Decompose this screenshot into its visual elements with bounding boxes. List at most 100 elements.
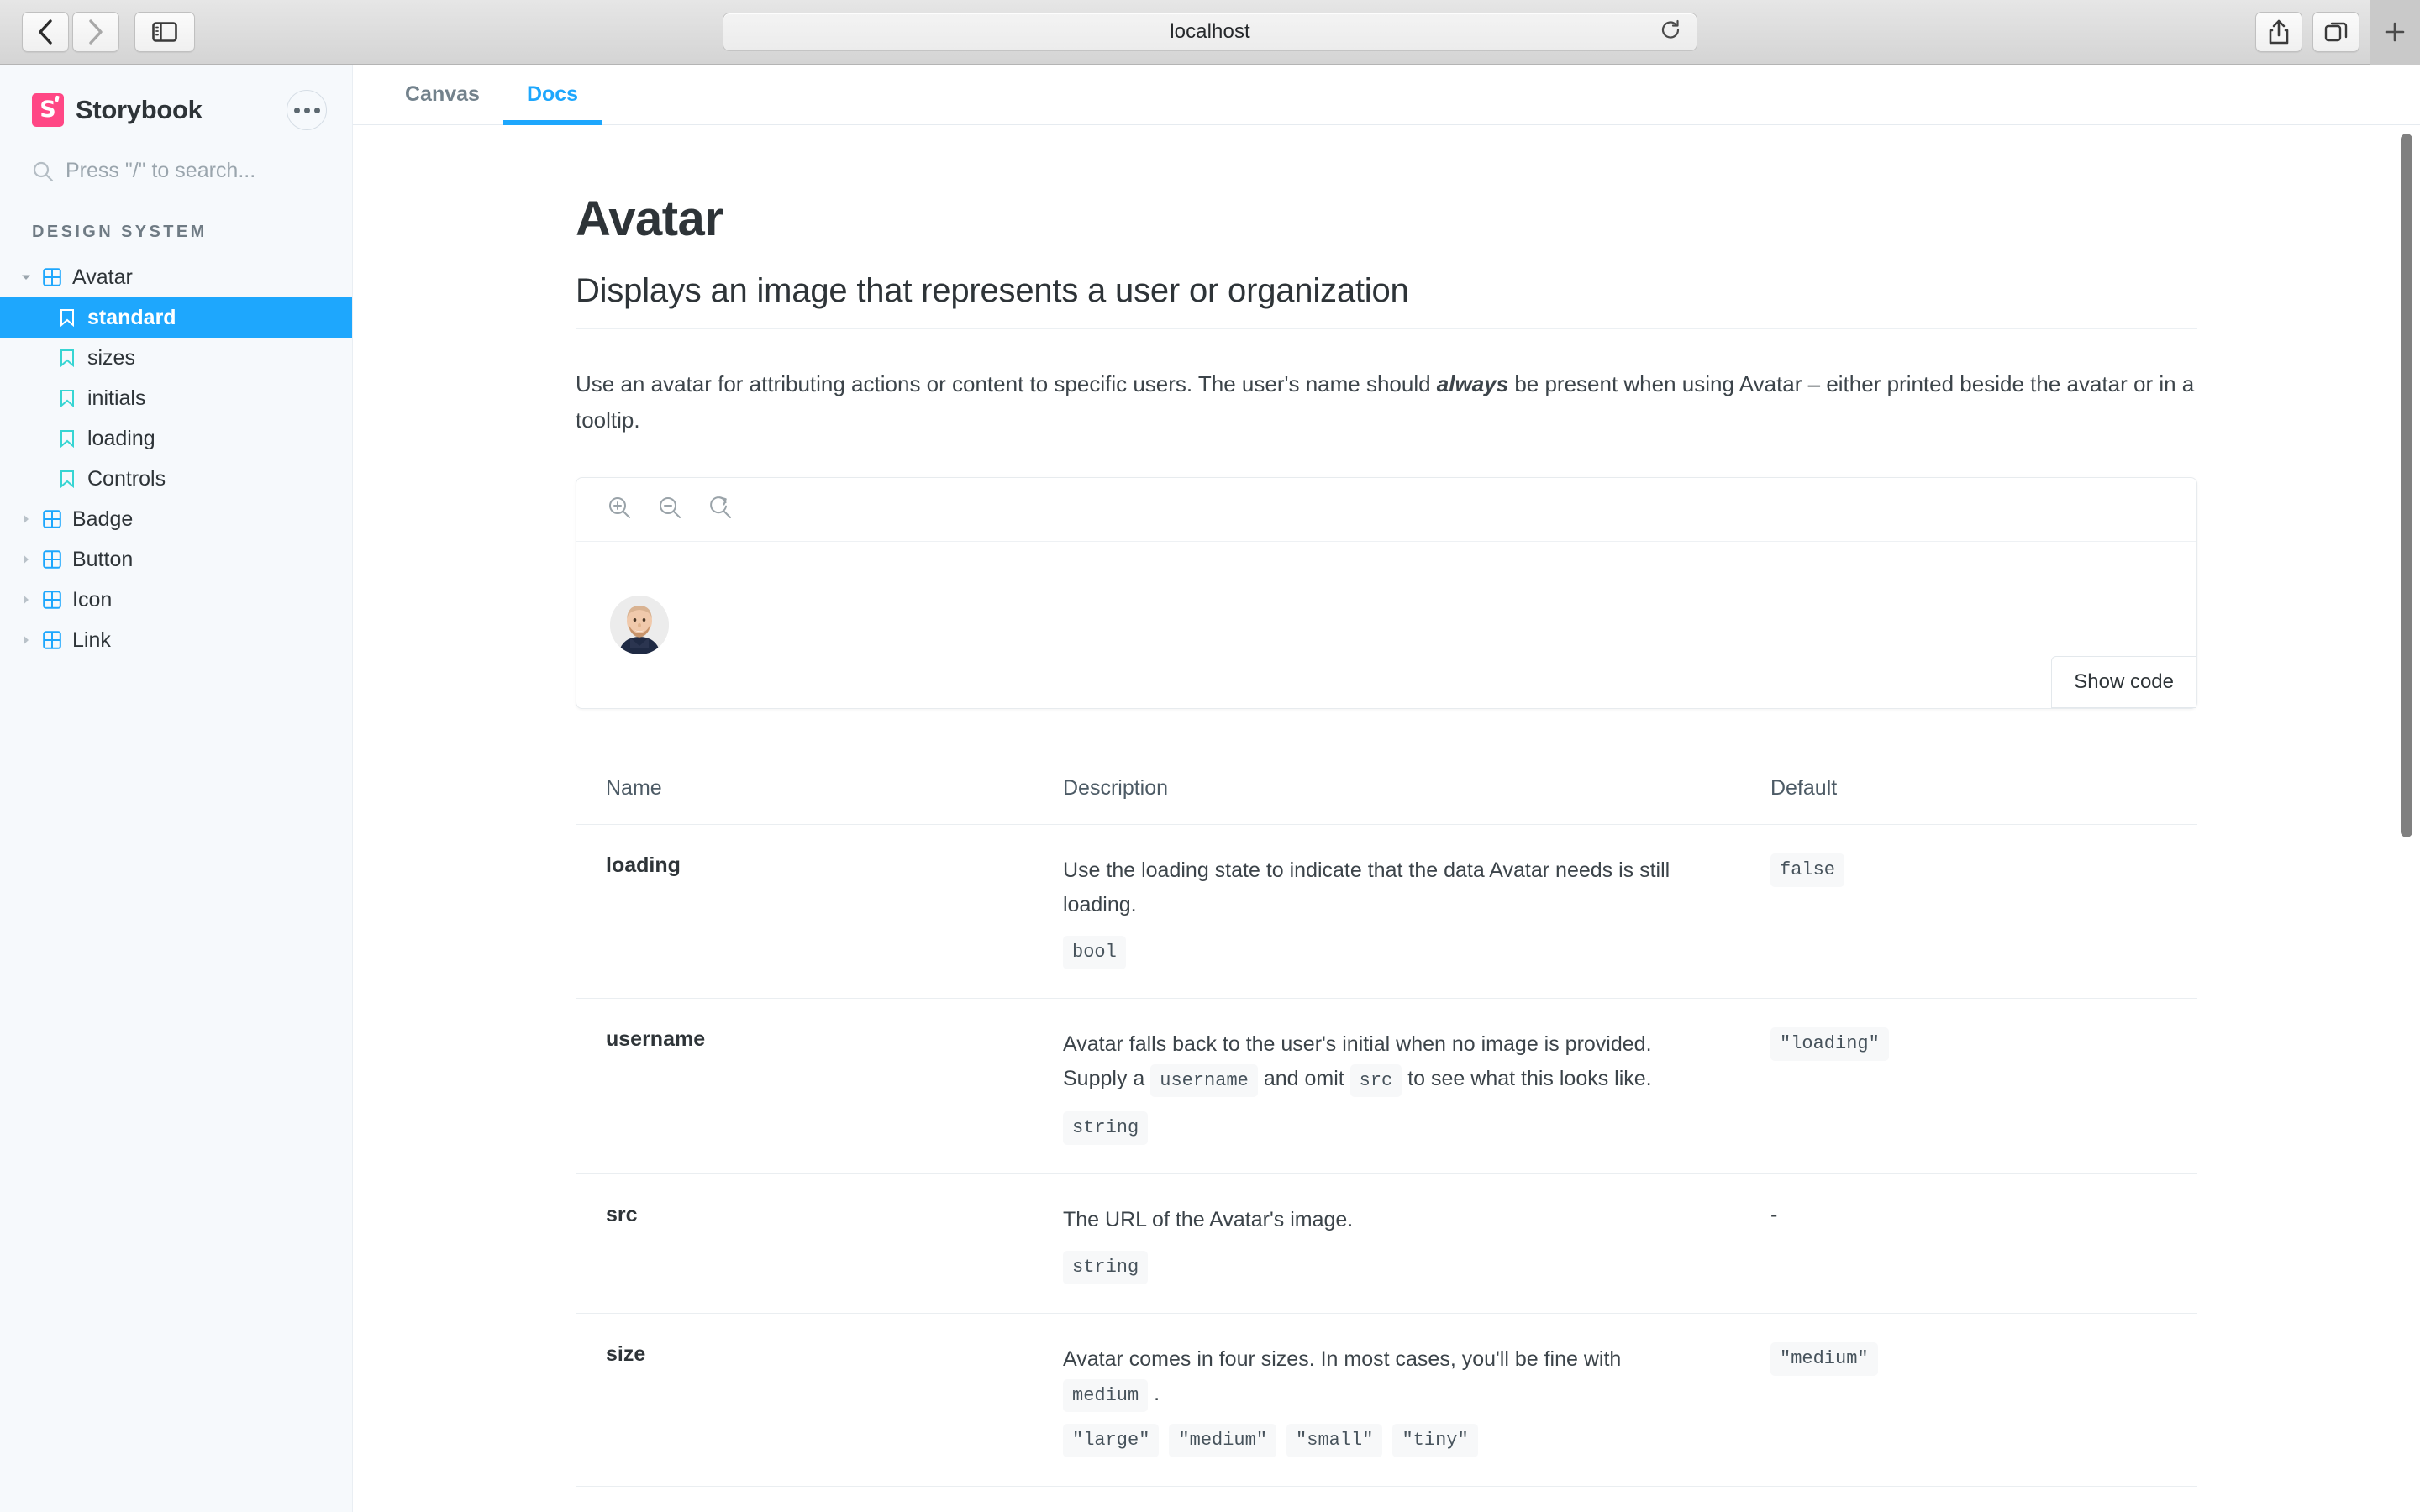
tree-item-label: initials	[87, 386, 146, 410]
description-emphasis: always	[1436, 371, 1509, 396]
prop-default: false	[1760, 825, 2197, 999]
props-table-body: loading Use the loading state to indicat…	[576, 824, 2197, 1487]
sidebar-header: S Storybook	[0, 65, 352, 130]
column-header-default: Default	[1770, 776, 1838, 801]
tree-item-standard[interactable]: standard	[0, 297, 352, 338]
story-bookmark-icon	[52, 349, 82, 367]
prop-name: size	[606, 1342, 646, 1367]
reload-icon	[1661, 19, 1680, 39]
inline-code-chip: src	[1349, 1063, 1402, 1098]
sidebar: S Storybook Press "/" to search... DESIG…	[0, 65, 353, 1512]
tab-canvas[interactable]: Canvas	[381, 65, 503, 124]
storybook-logo-letter: S	[39, 96, 56, 123]
chevron-left-icon	[39, 19, 52, 45]
description-text: .	[1148, 1381, 1160, 1405]
tab-overview-button[interactable]	[2312, 12, 2360, 52]
address-bar-container: localhost	[0, 13, 2420, 51]
default-chip: "medium"	[1770, 1342, 1878, 1376]
zoom-out-button[interactable]	[657, 495, 682, 524]
tree-item-avatar[interactable]: Avatar	[0, 257, 352, 297]
tab-label: Canvas	[405, 82, 480, 106]
tree-item-label: Icon	[72, 587, 113, 612]
component-grid-icon	[37, 591, 67, 609]
description-text: to see what this looks like.	[1402, 1066, 1652, 1090]
storybook-logo-icon: S	[32, 93, 64, 127]
tree-item-badge[interactable]: Badge	[0, 499, 352, 539]
tree-item-icon[interactable]: Icon	[0, 580, 352, 620]
forward-button[interactable]	[72, 12, 119, 52]
prop-default: "loading"	[1760, 999, 2197, 1174]
component-grid-icon	[37, 510, 67, 528]
description-text: Avatar comes in four sizes. In most case…	[1063, 1347, 1622, 1372]
share-icon	[2269, 19, 2289, 45]
avatar	[610, 596, 669, 655]
dot-icon	[303, 107, 310, 113]
vertical-scrollbar[interactable]	[2401, 134, 2412, 1497]
enum-chip: "tiny"	[1392, 1424, 1478, 1457]
zoom-reset-icon	[710, 496, 731, 519]
tree-item-initials[interactable]: initials	[0, 378, 352, 418]
tab-docs[interactable]: Docs	[502, 65, 602, 125]
reload-button[interactable]	[1660, 19, 1681, 45]
address-bar[interactable]: localhost	[723, 13, 1697, 51]
tree-section-heading: DESIGN SYSTEM	[32, 223, 208, 241]
component-grid-icon	[37, 268, 67, 286]
prop-description: The URL of the Avatar's image. string	[1063, 1173, 1760, 1313]
prop-type: string	[1063, 1248, 1710, 1285]
tree-item-link[interactable]: Link	[0, 620, 352, 660]
preview-toolbar	[576, 478, 2196, 543]
prop-type: string	[1063, 1109, 1710, 1145]
tab-bar: Canvas Docs	[353, 65, 2420, 125]
chevron-right-icon[interactable]	[15, 512, 37, 526]
sidebar-menu-button[interactable]	[287, 90, 327, 130]
default-chip: "loading"	[1770, 1027, 1889, 1061]
page-subtitle: Displays an image that represents a user…	[576, 272, 2197, 329]
share-button[interactable]	[2255, 12, 2302, 52]
table-row: src The URL of the Avatar's image. strin…	[576, 1173, 2197, 1313]
tree-item-label: loading	[87, 426, 155, 450]
chevron-right-icon[interactable]	[15, 633, 37, 647]
description-text: and omit	[1257, 1066, 1350, 1090]
search-input[interactable]: Press "/" to search...	[32, 159, 327, 197]
type-chip: string	[1063, 1111, 1149, 1145]
tree-item-sizes[interactable]: sizes	[0, 338, 352, 378]
tree-item-controls[interactable]: Controls	[0, 459, 352, 499]
tree-item-label: Controls	[87, 466, 166, 491]
prop-description: Use the loading state to indicate that t…	[1063, 825, 1760, 999]
story-bookmark-icon	[52, 429, 82, 448]
sidebar-icon	[152, 22, 177, 42]
default-chip: false	[1770, 853, 1845, 887]
show-code-button[interactable]: Show code	[2051, 656, 2196, 709]
chevron-right-icon[interactable]	[15, 593, 37, 606]
sidebar-toggle-button[interactable]	[134, 12, 195, 52]
page-description: Use an avatar for attributing actions or…	[576, 366, 2197, 438]
type-chip: string	[1063, 1251, 1149, 1285]
tree-item-label: Button	[72, 547, 134, 571]
plus-icon	[2385, 22, 2405, 42]
zoom-in-icon	[609, 497, 630, 519]
chevron-right-icon	[89, 19, 103, 45]
docs-content: Avatar Displays an image that represents…	[542, 191, 2231, 1487]
component-grid-icon	[37, 550, 67, 569]
tree-item-button[interactable]: Button	[0, 539, 352, 580]
tree-item-label: standard	[87, 305, 176, 329]
chevron-right-icon[interactable]	[15, 553, 37, 566]
preview-stage: Show code	[576, 542, 2196, 709]
new-tab-button[interactable]	[2370, 0, 2420, 65]
zoom-reset-button[interactable]	[708, 495, 733, 524]
chevron-down-icon[interactable]	[15, 270, 37, 284]
component-tree: DESIGN SYSTEM Avatar standard sizes init…	[0, 197, 352, 660]
enum-chip: "medium"	[1169, 1424, 1277, 1457]
tree-item-loading[interactable]: loading	[0, 418, 352, 459]
zoom-in-button[interactable]	[607, 495, 632, 524]
tab-label: Docs	[526, 82, 579, 106]
search-icon	[33, 161, 54, 181]
table-row: size Avatar comes in four sizes. In most…	[576, 1313, 2197, 1487]
docs-scroll-area: Avatar Displays an image that represents…	[353, 125, 2420, 1512]
story-bookmark-icon	[52, 389, 82, 407]
tree-item-label: Avatar	[72, 265, 133, 289]
back-button[interactable]	[22, 12, 69, 52]
description-text: Use the loading state to indicate that t…	[1063, 858, 1670, 916]
scrollbar-thumb[interactable]	[2401, 134, 2412, 837]
type-chip: bool	[1063, 936, 1126, 969]
